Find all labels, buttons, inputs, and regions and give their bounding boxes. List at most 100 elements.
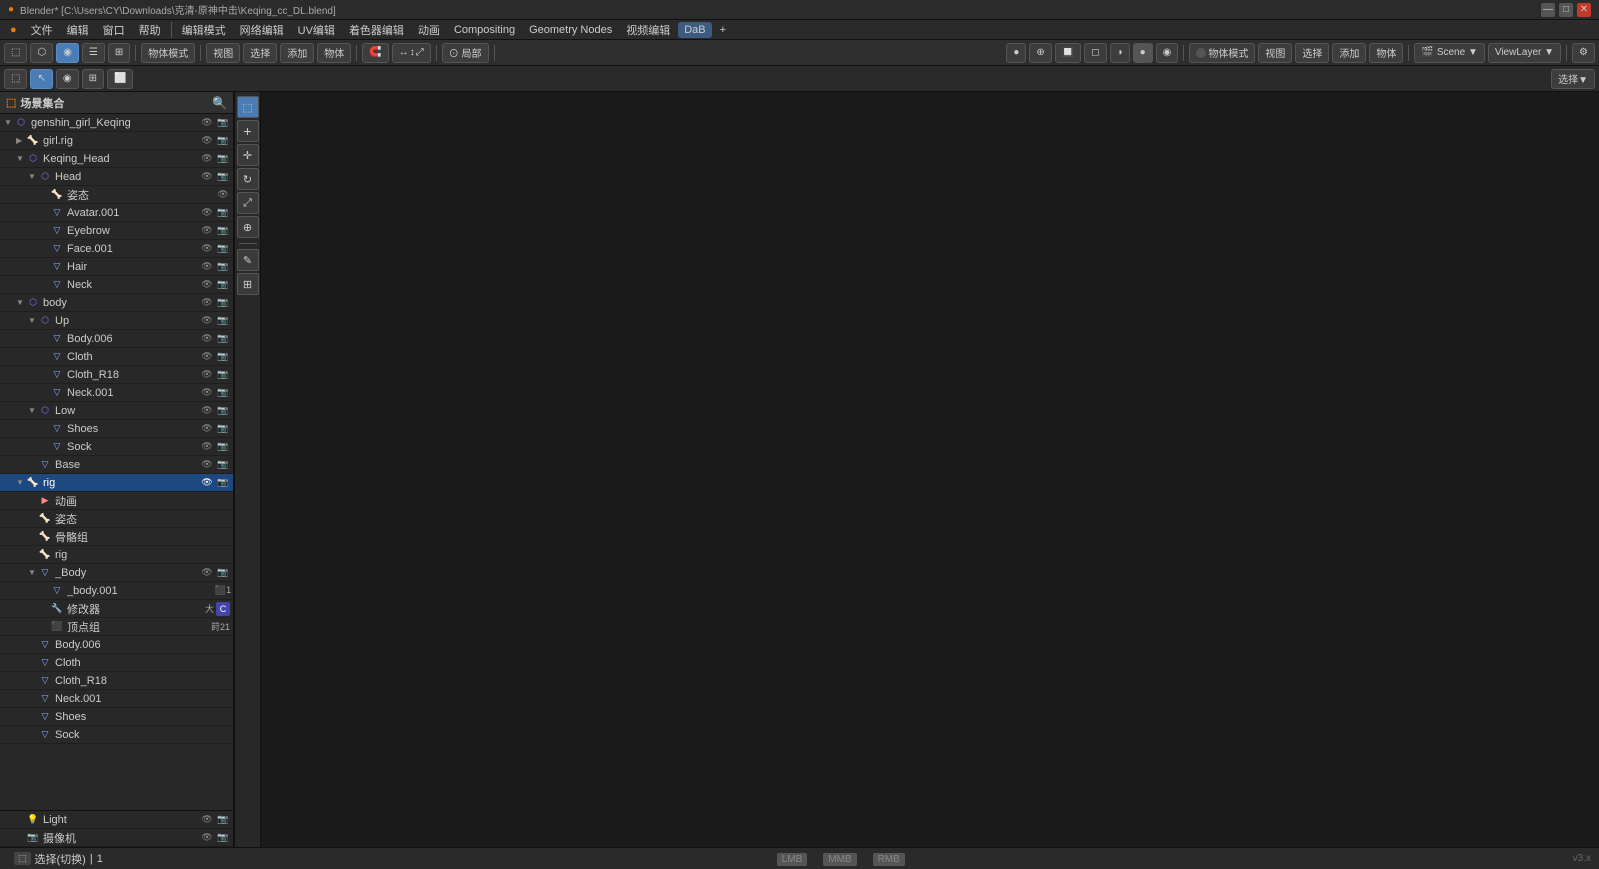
visibility-eye[interactable]: 👁 [200,458,214,472]
select-r-btn[interactable]: 选择 [1295,43,1329,63]
tb2-icon3[interactable]: ◉ [56,69,79,89]
render-cam[interactable]: 📷 [216,314,230,328]
outliner-item-cloth-r18[interactable]: ▽ Cloth_R18 👁 📷 [0,366,233,384]
menu-uv[interactable]: 着色器编辑 [343,20,410,40]
outliner-item-body001[interactable]: ▽ _body.001 ⬛1 [0,582,233,600]
visibility-eye[interactable]: 👁 [200,224,214,238]
mode-btn-5[interactable]: ⊞ [108,43,130,63]
outliner-item-shoes-2[interactable]: ▽ Shoes [0,708,233,726]
menu-anim[interactable]: 动画 [412,20,446,40]
maximize-btn[interactable]: □ [1559,3,1573,17]
object-menu[interactable]: 物体 [317,43,351,63]
transform-tool[interactable]: ⊕ [237,216,259,238]
outliner-item-cloth-2[interactable]: ▽ Cloth [0,654,233,672]
outliner-item-collection[interactable]: ▼ ⬡ genshin_girl_Keqing 👁 📷 [0,114,233,132]
menu-geonodes[interactable]: Geometry Nodes [523,22,618,38]
select-menu[interactable]: 选择 [243,43,277,63]
filter-icon[interactable]: 🔍 [212,96,227,110]
render-cam[interactable]: 📷 [216,116,230,130]
rotate-tool[interactable]: ↻ [237,168,259,190]
render-cam[interactable]: 📷 [216,404,230,418]
viewport-shading-2[interactable]: ◑ [1110,43,1130,63]
outliner-item-shoes[interactable]: ▽ Shoes 👁 📷 [0,420,233,438]
render-cam[interactable]: 📷 [216,152,230,166]
render-cam[interactable]: 📷 [216,260,230,274]
visibility-eye[interactable]: 👁 [216,188,230,202]
outliner-item-avatar001[interactable]: ▽ Avatar.001 👁 📷 [0,204,233,222]
visibility-eye[interactable]: 👁 [200,170,214,184]
outliner-item-up[interactable]: ▼ ⬡ Up 👁 📷 [0,312,233,330]
outliner-item-body[interactable]: ▼ ⬡ body 👁 📷 [0,294,233,312]
outliner-item-sock-2[interactable]: ▽ Sock [0,726,233,744]
transform-tools[interactable]: ↔↕⤢ [392,43,431,63]
visibility-eye[interactable]: 👁 [200,813,214,827]
outliner-item-neck001[interactable]: ▽ Neck.001 👁 📷 [0,384,233,402]
render-cam[interactable]: 📷 [216,332,230,346]
viewport-shading-4[interactable]: ◉ [1156,43,1179,63]
outliner-item-rig[interactable]: ▶ 🦴 girl.rig 👁 📷 [0,132,233,150]
outliner-item-neck001-2[interactable]: ▽ Neck.001 [0,690,233,708]
visibility-eye[interactable]: 👁 [200,440,214,454]
visibility-eye[interactable]: 👁 [200,404,214,418]
close-btn[interactable]: ✕ [1577,3,1591,17]
render-cam[interactable]: 📷 [216,566,230,580]
proportional-btn[interactable]: ⊙ 局部 [442,43,489,63]
render-cam[interactable]: 📷 [216,368,230,382]
view-layer-btn[interactable]: 视图 [1258,43,1292,63]
outliner-item-camera[interactable]: 📷 摄像机 👁 📷 [0,829,233,847]
menu-blender[interactable]: ● [4,22,23,38]
render-cam[interactable]: 📷 [216,350,230,364]
outliner-item-rig-active[interactable]: ▼ 🦴 rig 👁 📷 [0,474,233,492]
outliner-item-pose[interactable]: 🦴 姿态 👁 [0,186,233,204]
mode-btn-4[interactable]: ☰ [82,43,105,63]
window-controls[interactable]: — □ ✕ [1541,3,1591,17]
outliner-item-cloth[interactable]: ▽ Cloth 👁 📷 [0,348,233,366]
menu-edit[interactable]: 编辑 [61,20,95,40]
visibility-eye[interactable]: 👁 [200,566,214,580]
outliner-item-neck[interactable]: ▽ Neck 👁 📷 [0,276,233,294]
outliner-item-head-col[interactable]: ▼ ⬡ Keqing_Head 👁 📷 [0,150,233,168]
visibility-eye[interactable]: 👁 [200,152,214,166]
outliner-item-face001[interactable]: ▽ Face.001 👁 📷 [0,240,233,258]
select-box-tool[interactable]: ⬚ [237,96,259,118]
visibility-eye[interactable]: 👁 [200,350,214,364]
outliner-item-vertgroup[interactable]: ⬛ 顶点组 莳21 [0,618,233,636]
visibility-eye[interactable]: 👁 [200,422,214,436]
outliner-item-low[interactable]: ▼ ⬡ Low 👁 📷 [0,402,233,420]
render-cam[interactable]: 📷 [216,224,230,238]
viewport-shading-1[interactable]: ◻ [1084,43,1106,63]
annotate-tool[interactable]: ✎ [237,249,259,271]
menu-video[interactable]: 视频编辑 [620,20,676,40]
visibility-eye[interactable]: 👁 [200,368,214,382]
menu-add-tab[interactable]: + [714,22,732,38]
visibility-eye[interactable]: 👁 [200,386,214,400]
outliner-item-base[interactable]: ▽ Base 👁 📷 [0,456,233,474]
view-menu[interactable]: 视图 [206,43,240,63]
render-cam[interactable]: 📷 [216,206,230,220]
render-cam[interactable]: 📷 [216,278,230,292]
visibility-eye[interactable]: 👁 [200,332,214,346]
scale-tool[interactable]: ⤢ [237,192,259,214]
obj-r-btn[interactable]: 物体 [1369,43,1403,63]
viewlayer-select[interactable]: ViewLayer ▼ [1488,43,1561,63]
outliner-item-sock[interactable]: ▽ Sock 👁 📷 [0,438,233,456]
overlay-btn[interactable]: ● [1006,43,1026,63]
visibility-eye[interactable]: 👁 [200,476,214,490]
outliner-item-bonegroup[interactable]: 🦴 骨骼组 [0,528,233,546]
tb2-icon5[interactable]: ⬜ [107,69,133,89]
menu-dab[interactable]: DaB [678,22,711,38]
add-menu[interactable]: 添加 [280,43,314,63]
outliner-item-rig-inner[interactable]: 🦴 rig [0,546,233,564]
viewport-shading-3[interactable]: ● [1133,43,1153,63]
cursor-tool[interactable]: + [237,120,259,142]
outliner-item-animation[interactable]: ▶ 动画 [0,492,233,510]
scene-select[interactable]: 🎬 Scene ▼ [1414,43,1484,63]
visibility-eye[interactable]: 👁 [200,278,214,292]
render-cam[interactable]: 📷 [216,134,230,148]
outliner-item-modifier[interactable]: 🔧 修改器 大 C [0,600,233,618]
render-cam[interactable]: 📷 [216,813,230,827]
visibility-eye[interactable]: 👁 [200,206,214,220]
menu-sculpting[interactable]: UV编辑 [292,20,341,40]
menu-window[interactable]: 窗口 [97,20,131,40]
outliner-item-eyebrow[interactable]: ▽ Eyebrow 👁 📷 [0,222,233,240]
